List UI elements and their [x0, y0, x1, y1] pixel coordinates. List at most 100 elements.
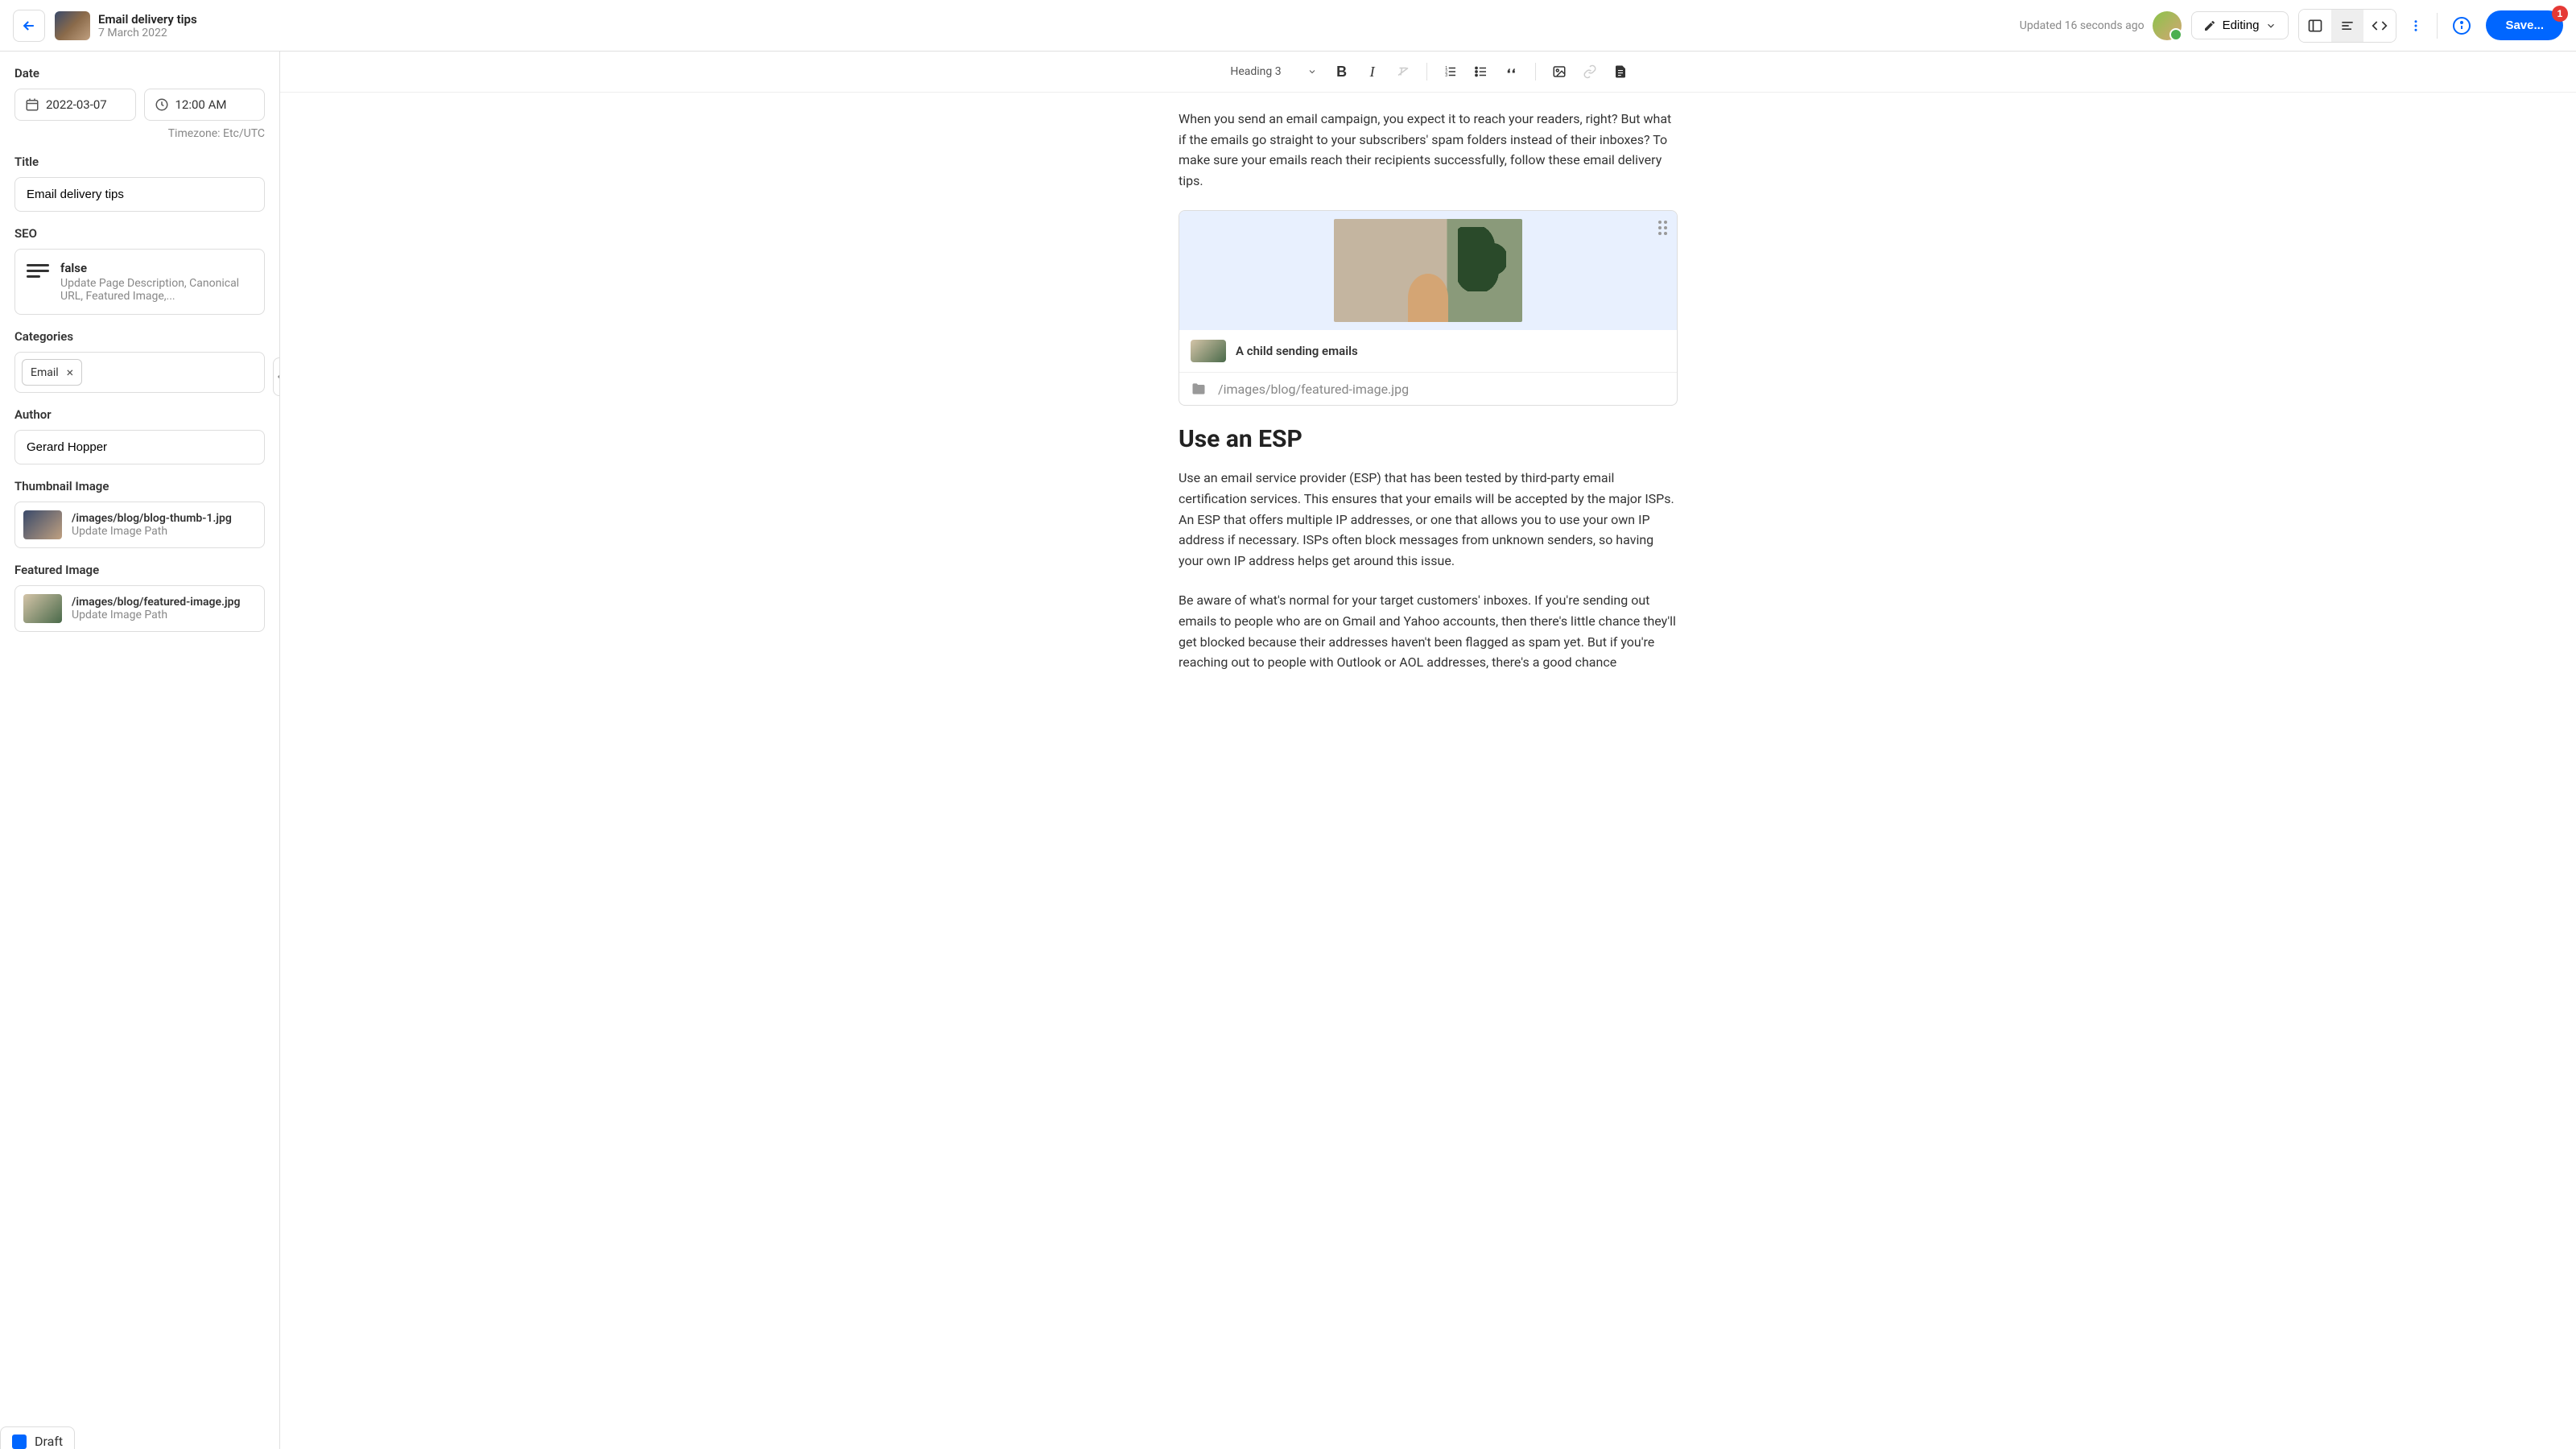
featured-path: /images/blog/featured-image.jpg [72, 596, 256, 609]
thumbnail-preview [23, 510, 62, 539]
save-badge: 1 [2552, 6, 2568, 22]
back-button[interactable] [13, 10, 45, 42]
dots-vertical-icon [2409, 19, 2423, 33]
chevron-left-icon [275, 373, 280, 381]
draft-tab-icon [12, 1435, 27, 1449]
remove-tag-button[interactable]: × [67, 365, 74, 380]
document-icon [1613, 64, 1628, 79]
calendar-icon [25, 97, 39, 112]
panel-icon [2307, 18, 2323, 34]
seo-box[interactable]: false Update Page Description, Canonical… [14, 249, 265, 315]
app-header: Email delivery tips 7 March 2022 Updated… [0, 0, 2576, 52]
categories-field-label: Categories [14, 329, 265, 344]
ordered-list-icon: 123 [1443, 64, 1458, 79]
thumbnail-field-label: Thumbnail Image [14, 479, 265, 493]
save-button[interactable]: Save... 1 [2486, 10, 2563, 40]
link-icon [1583, 64, 1597, 79]
date-input[interactable]: 2022-03-07 [14, 89, 136, 121]
image-path[interactable]: /images/blog/featured-image.jpg [1218, 382, 1409, 397]
unordered-list-icon [1474, 64, 1488, 79]
info-icon [2452, 16, 2471, 35]
categories-input[interactable]: Email × [14, 352, 265, 393]
date-value: 2022-03-07 [46, 97, 107, 112]
image-button[interactable] [1546, 58, 1573, 85]
title-block: Email delivery tips 7 March 2022 [98, 12, 197, 39]
author-field-label: Author [14, 407, 265, 422]
seo-field-label: SEO [14, 226, 265, 241]
text-lines-icon [27, 264, 49, 278]
image-caption-thumb [1191, 340, 1226, 362]
timezone-label: Timezone: Etc/UTC [14, 127, 265, 140]
image-caption[interactable]: A child sending emails [1236, 344, 1358, 358]
document-title: Email delivery tips [98, 12, 197, 27]
thumbnail-path: /images/blog/blog-thumb-1.jpg [72, 512, 256, 525]
image-block[interactable]: A child sending emails /images/blog/feat… [1179, 210, 1678, 406]
seo-value: false [60, 261, 253, 275]
heading-3[interactable]: Use an ESP [1179, 425, 1678, 453]
drag-handle[interactable] [1658, 221, 1667, 235]
view-content-button[interactable] [2299, 10, 2331, 42]
date-field-label: Date [14, 66, 265, 80]
quote-button[interactable] [1498, 58, 1525, 85]
view-mode-group [2298, 9, 2396, 43]
featured-preview [23, 594, 62, 623]
main-layout: Date 2022-03-07 12:00 AM Timezone: Etc/U… [0, 52, 2576, 1449]
paragraph[interactable]: Use an email service provider (ESP) that… [1179, 468, 1678, 571]
featured-field-label: Featured Image [14, 563, 265, 577]
divider [2437, 13, 2438, 39]
more-menu-button[interactable] [2406, 10, 2425, 42]
category-tag: Email × [22, 359, 82, 386]
draft-tab-label: Draft [35, 1434, 63, 1449]
editor-pane: Heading 3 B I 123 [280, 52, 2576, 1449]
paragraph[interactable]: Be aware of what's normal for your targe… [1179, 590, 1678, 672]
image-preview-area [1179, 211, 1677, 330]
clock-icon [155, 97, 169, 112]
editing-label: Editing [2223, 19, 2260, 32]
user-avatar[interactable] [2153, 11, 2182, 40]
time-input[interactable]: 12:00 AM [144, 89, 266, 121]
heading-label: Heading 3 [1230, 65, 1281, 78]
clear-format-button[interactable] [1389, 58, 1417, 85]
title-input[interactable] [14, 177, 265, 212]
embedded-image [1334, 219, 1522, 322]
link-button[interactable] [1576, 58, 1604, 85]
info-button[interactable] [2449, 13, 2475, 39]
lines-icon [2339, 18, 2355, 34]
thumbnail-image-box[interactable]: /images/blog/blog-thumb-1.jpg Update Ima… [14, 502, 265, 548]
bold-icon: B [1336, 64, 1347, 80]
seo-description: Update Page Description, Canonical URL, … [60, 277, 253, 303]
editor-content[interactable]: When you send an email campaign, you exp… [280, 93, 2576, 1449]
arrow-left-icon [21, 18, 37, 34]
author-input[interactable] [14, 430, 265, 464]
editor-toolbar: Heading 3 B I 123 [280, 52, 2576, 93]
svg-text:3: 3 [1445, 73, 1447, 78]
heading-select[interactable]: Heading 3 [1222, 60, 1324, 83]
unordered-list-button[interactable] [1468, 58, 1495, 85]
updated-label: Updated 16 seconds ago [2020, 19, 2145, 32]
document-date: 7 March 2022 [98, 27, 197, 39]
document-thumbnail [55, 11, 90, 40]
ordered-list-button[interactable]: 123 [1437, 58, 1464, 85]
featured-image-box[interactable]: /images/blog/featured-image.jpg Update I… [14, 585, 265, 632]
featured-sub: Update Image Path [72, 609, 256, 621]
folder-icon [1191, 381, 1207, 397]
image-path-row: /images/blog/featured-image.jpg [1179, 372, 1677, 405]
italic-icon: I [1370, 64, 1375, 80]
editing-mode-button[interactable]: Editing [2191, 11, 2289, 39]
sidebar: Date 2022-03-07 12:00 AM Timezone: Etc/U… [0, 52, 280, 1449]
time-value: 12:00 AM [175, 97, 227, 112]
bold-button[interactable]: B [1328, 58, 1356, 85]
image-icon [1552, 64, 1567, 79]
sidebar-collapse-button[interactable] [273, 357, 280, 396]
document-button[interactable] [1607, 58, 1634, 85]
view-code-button[interactable] [2363, 10, 2396, 42]
view-split-button[interactable] [2331, 10, 2363, 42]
italic-button[interactable]: I [1359, 58, 1386, 85]
quote-icon [1505, 64, 1519, 79]
draft-tab[interactable]: Draft [0, 1426, 75, 1449]
image-caption-row: A child sending emails [1179, 330, 1677, 372]
paragraph[interactable]: When you send an email campaign, you exp… [1179, 109, 1678, 191]
clear-format-icon [1396, 64, 1410, 79]
category-tag-label: Email [31, 366, 59, 379]
chevron-down-icon [2265, 20, 2277, 31]
